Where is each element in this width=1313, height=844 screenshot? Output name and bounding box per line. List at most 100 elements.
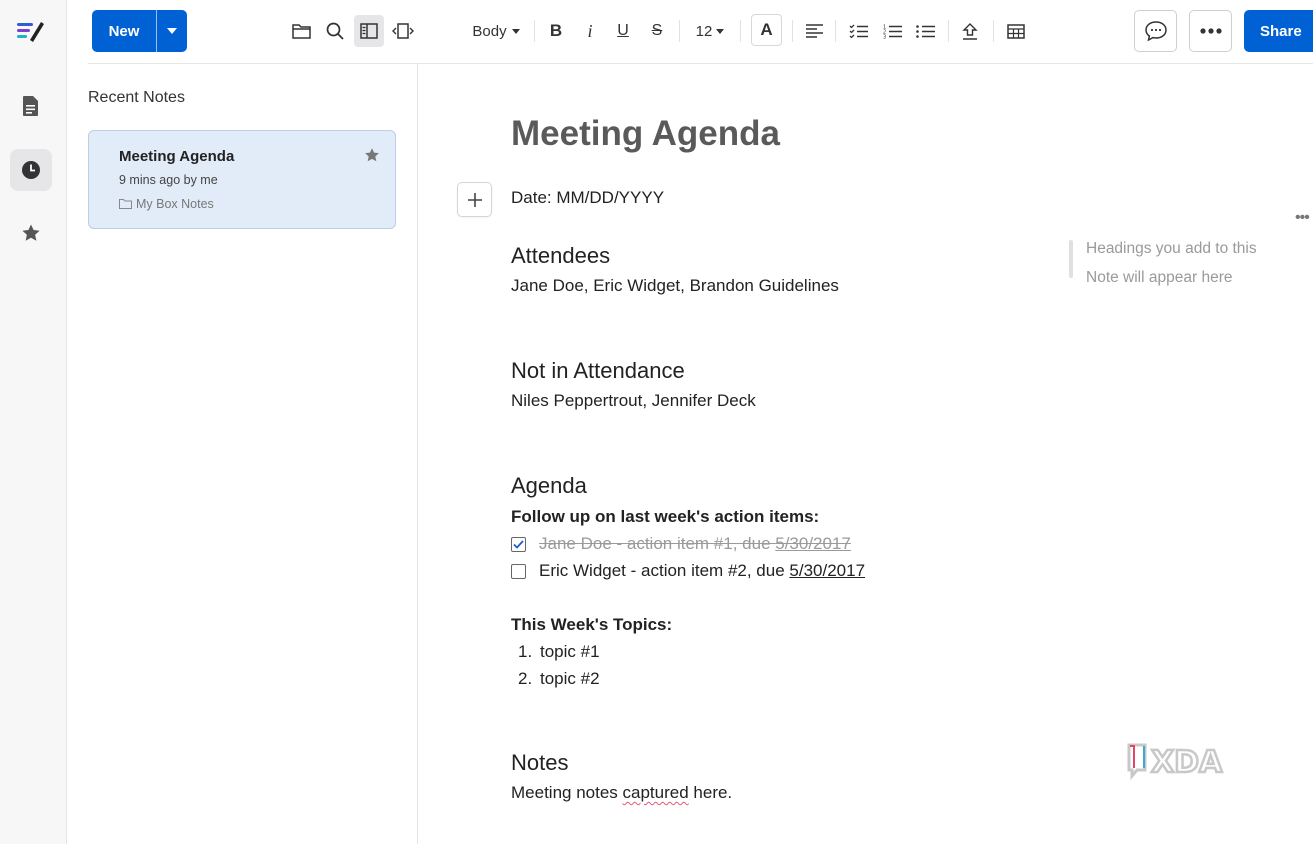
note-folder-name: My Box Notes: [136, 197, 214, 211]
followup-label[interactable]: Follow up on last week's action items:: [511, 507, 819, 527]
folder-icon: [119, 199, 132, 209]
expand-width-icon: [392, 23, 414, 39]
sidebar-panel-icon: [360, 23, 378, 39]
attendees-heading[interactable]: Attendees: [511, 243, 610, 269]
list-item[interactable]: 2. topic #2: [518, 669, 600, 689]
list-item-text[interactable]: topic #1: [540, 642, 600, 661]
list-item[interactable]: 1. topic #1: [518, 642, 600, 662]
insert-block-button[interactable]: [457, 182, 492, 217]
starred-notes-button[interactable]: [10, 212, 52, 254]
outline-placeholder: Headings you add to this Note will appea…: [1086, 240, 1257, 286]
topics-label[interactable]: This Week's Topics:: [511, 615, 672, 635]
text-style-value: Body: [472, 22, 507, 40]
italic-icon: i: [587, 20, 593, 41]
list-number: 1.: [518, 642, 533, 661]
box-notes-logo-icon[interactable]: [17, 19, 45, 43]
new-button[interactable]: New: [92, 10, 157, 52]
checklist-icon: [849, 24, 868, 38]
strikethrough-button[interactable]: S: [645, 15, 669, 47]
new-dropdown-button[interactable]: [157, 10, 187, 52]
absent-heading[interactable]: Not in Attendance: [511, 358, 685, 384]
caret-down-icon: [511, 28, 520, 34]
list-item-text[interactable]: topic #2: [540, 669, 600, 688]
recent-notes-panel: Recent Notes Meeting Agenda 9 mins ago b…: [67, 64, 418, 844]
text-color-button[interactable]: A: [751, 14, 782, 46]
action-item-row: Eric Widget - action item #2, due 5/30/2…: [511, 561, 865, 581]
toolbar-separator: [792, 20, 793, 42]
action-item-checkbox[interactable]: [511, 536, 526, 552]
list-number: 2.: [518, 669, 533, 688]
toolbar-separator: [534, 20, 535, 42]
more-dots-icon: [1199, 28, 1222, 34]
checklist-button[interactable]: [845, 15, 871, 47]
upload-icon: [962, 22, 978, 40]
toolbar-separator: [948, 20, 949, 42]
attendees-text[interactable]: Jane Doe, Eric Widget, Brandon Guideline…: [511, 276, 839, 296]
outline-indicator: [1069, 240, 1073, 278]
more-options-button[interactable]: [1189, 10, 1232, 52]
share-button[interactable]: Share: [1244, 10, 1313, 52]
star-icon[interactable]: [364, 147, 380, 163]
spellcheck-word[interactable]: captured: [623, 783, 689, 802]
star-icon: [22, 224, 40, 241]
font-size-dropdown[interactable]: 12: [690, 15, 730, 47]
folder-icon: [291, 24, 311, 39]
action-item-date[interactable]: 5/30/2017: [789, 561, 865, 580]
bullet-list-button[interactable]: [912, 15, 938, 47]
left-rail: [0, 0, 67, 844]
date-line[interactable]: Date: MM/DD/YYYY: [511, 188, 664, 208]
recent-notes-button[interactable]: [10, 149, 52, 191]
toolbar-separator: [835, 20, 836, 42]
note-folder: My Box Notes: [119, 197, 214, 211]
comment-bubble-icon: [1144, 21, 1167, 42]
notes-text[interactable]: Meeting notes captured here.: [511, 783, 732, 803]
svg-text:XDA: XDA: [1151, 745, 1223, 780]
numbered-list-icon: 123: [883, 24, 902, 39]
plus-icon: [467, 192, 482, 207]
action-item-text[interactable]: Eric Widget - action item #2, due 5/30/2…: [539, 561, 865, 581]
note-title: Meeting Agenda: [119, 148, 235, 165]
open-folder-button[interactable]: [288, 15, 314, 47]
insert-table-button[interactable]: [1003, 15, 1029, 47]
absent-text[interactable]: Niles Peppertrout, Jennifer Deck: [511, 391, 756, 411]
checkmark-icon: [513, 539, 524, 549]
xda-watermark-logo: XDA: [1127, 743, 1224, 780]
all-notes-button[interactable]: [10, 85, 52, 127]
svg-text:3: 3: [883, 34, 886, 39]
search-icon: [326, 22, 344, 40]
table-icon: [1007, 23, 1025, 39]
action-item-checkbox[interactable]: [511, 563, 526, 579]
underline-button[interactable]: U: [611, 15, 635, 47]
upload-button[interactable]: [958, 15, 982, 47]
font-size-value: 12: [695, 22, 713, 40]
text-color-icon: A: [760, 20, 773, 39]
outline-menu-icon[interactable]: •••: [1295, 209, 1310, 227]
clock-icon: [22, 161, 40, 179]
note-card[interactable]: Meeting Agenda 9 mins ago by me My Box N…: [88, 130, 396, 229]
full-width-button[interactable]: [390, 15, 416, 47]
strikethrough-icon: S: [651, 22, 663, 39]
bold-button[interactable]: B: [544, 15, 568, 47]
italic-button[interactable]: i: [578, 15, 602, 47]
document-title[interactable]: Meeting Agenda: [511, 114, 780, 154]
agenda-heading[interactable]: Agenda: [511, 473, 587, 499]
toolbar-separator: [679, 20, 680, 42]
editor[interactable]: Meeting Agenda Date: MM/DD/YYYY Attendee…: [419, 64, 1313, 844]
panel-title: Recent Notes: [88, 89, 185, 106]
align-button[interactable]: [802, 15, 826, 47]
text-style-dropdown[interactable]: Body: [468, 15, 524, 47]
notes-heading[interactable]: Notes: [511, 750, 568, 776]
search-button[interactable]: [322, 15, 348, 47]
comments-button[interactable]: [1134, 10, 1177, 52]
numbered-list-button[interactable]: 123: [879, 15, 905, 47]
action-item-date[interactable]: 5/30/2017: [775, 534, 851, 553]
action-item-row: Jane Doe - action item #1, due 5/30/2017: [511, 534, 851, 554]
caret-down-icon: [167, 28, 177, 34]
toolbar-separator: [740, 20, 741, 42]
note-meta: 9 mins ago by me: [119, 173, 218, 187]
action-item-text[interactable]: Jane Doe - action item #1, due 5/30/2017: [539, 534, 851, 554]
document-icon: [23, 96, 38, 116]
bold-icon: B: [549, 21, 563, 40]
toggle-sidebar-button[interactable]: [354, 15, 384, 47]
align-left-icon: [805, 24, 823, 38]
